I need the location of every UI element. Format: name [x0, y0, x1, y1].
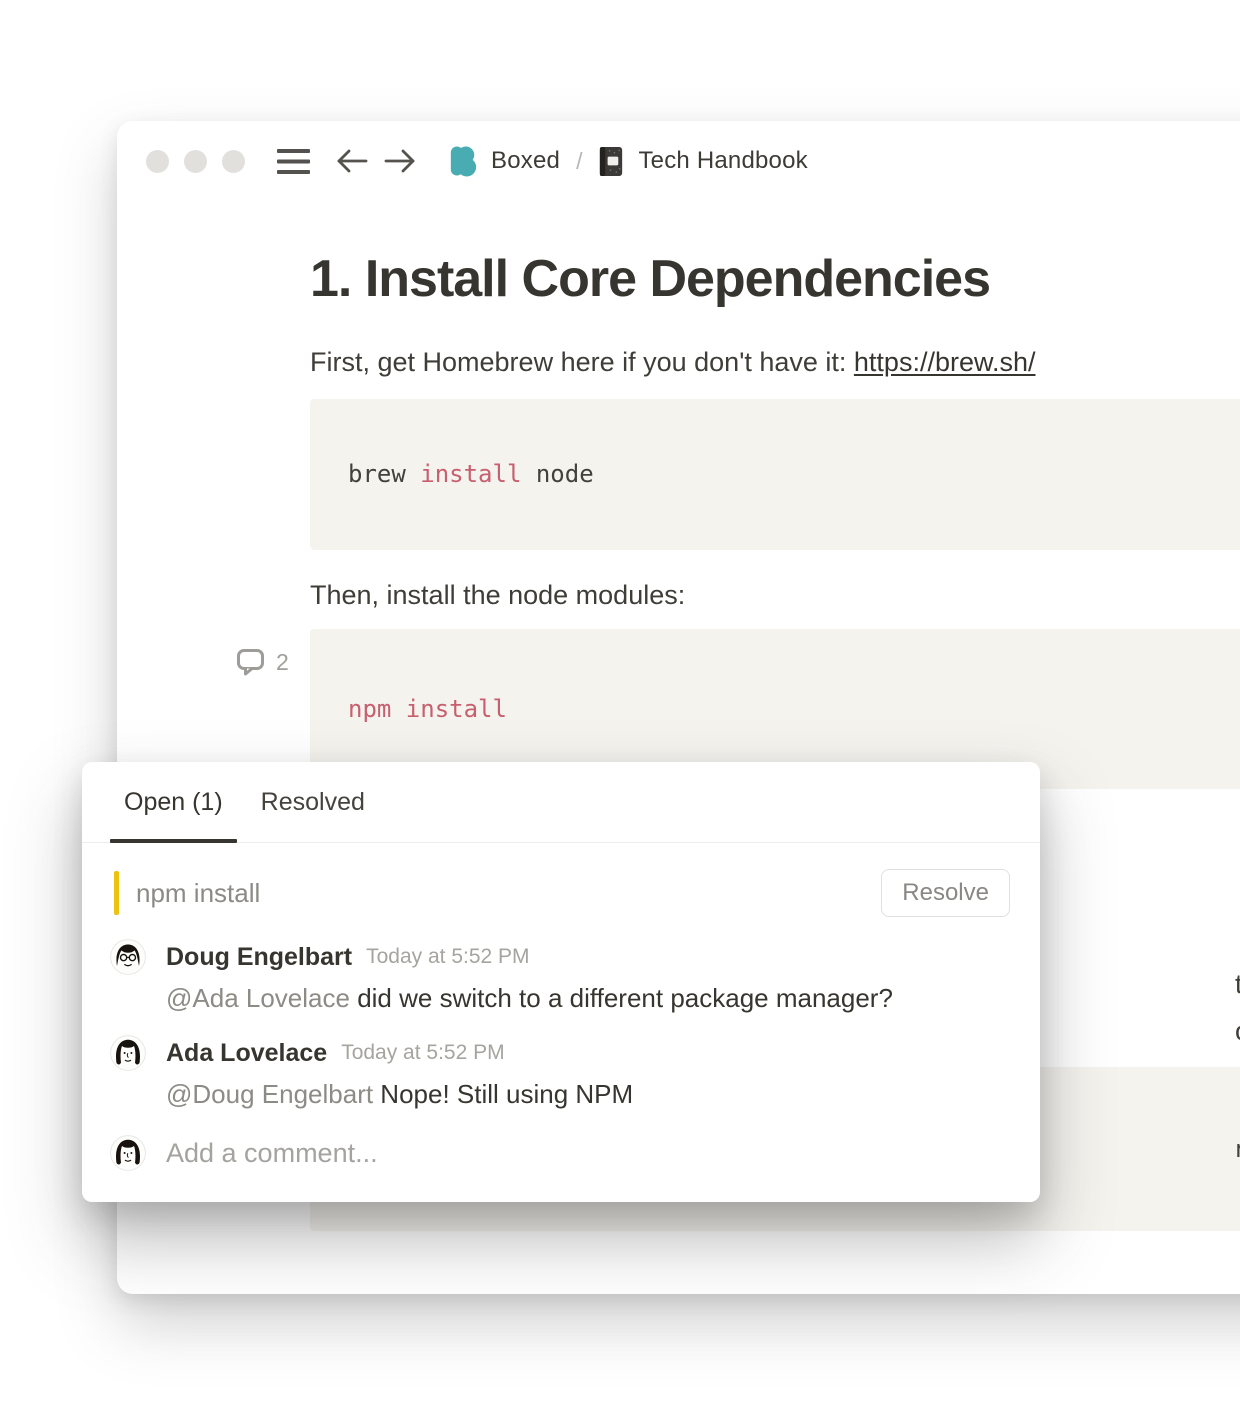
- avatar-doug-engelbart: [110, 939, 146, 975]
- quoted-block-row: npm install Resolve: [114, 869, 1010, 917]
- comment-thread: Doug Engelbart Today at 5:52 PM @Ada Lov…: [110, 939, 1010, 1171]
- occluded-line-1: t beforehand (a: [1235, 969, 1240, 999]
- comments-popover: Open (1) Resolved npm install Resolve Do…: [82, 762, 1040, 1202]
- between-paragraph: Then, install the node modules:: [310, 579, 1240, 611]
- code-block-brew: brew install node: [310, 399, 1240, 550]
- intro-paragraph: First, get Homebrew here if you don't ha…: [310, 346, 1240, 378]
- comment-composer: [110, 1135, 1010, 1171]
- comment-author: Ada Lovelace: [166, 1039, 327, 1068]
- comment-message: did we switch to a different package man…: [350, 983, 893, 1013]
- comment-item: Ada Lovelace Today at 5:52 PM @Doug Enge…: [110, 1035, 1010, 1109]
- comment-bubble-icon: [236, 648, 266, 677]
- quote-highlight-bar: [114, 871, 119, 915]
- avatar-ada-lovelace: [110, 1035, 146, 1071]
- comment-count: 2: [276, 649, 289, 676]
- code-text: brew install node: [348, 460, 594, 488]
- code-text: next.git: [1235, 1135, 1240, 1163]
- comment-author: Doug Engelbart: [166, 943, 352, 972]
- comment-message: Nope! Still using NPM: [373, 1079, 633, 1109]
- quoted-text: npm install: [136, 878, 260, 909]
- comment-count-badge[interactable]: 2: [236, 648, 289, 677]
- tab-open[interactable]: Open (1): [110, 762, 237, 842]
- popover-tabs: Open (1) Resolved: [82, 762, 1040, 843]
- comment-input[interactable]: [166, 1138, 1010, 1169]
- comment-text: @Doug Engelbart Nope! Still using NPM: [166, 1079, 1010, 1109]
- comment-timestamp: Today at 5:52 PM: [366, 945, 529, 969]
- comment-timestamp: Today at 5:52 PM: [341, 1041, 504, 1065]
- comment-item: Doug Engelbart Today at 5:52 PM @Ada Lov…: [110, 939, 1010, 1013]
- user-mention[interactable]: @Ada Lovelace: [166, 983, 350, 1013]
- brew-link[interactable]: https://brew.sh/: [854, 347, 1036, 377]
- code-text: npm install: [348, 695, 507, 723]
- avatar-ada-lovelace: [110, 1135, 146, 1171]
- tab-resolved[interactable]: Resolved: [247, 762, 379, 842]
- occluded-line-2: our computer.: [1235, 1016, 1240, 1046]
- user-mention[interactable]: @Doug Engelbart: [166, 1079, 373, 1109]
- intro-text: First, get Homebrew here if you don't ha…: [310, 347, 854, 377]
- comment-text: @Ada Lovelace did we switch to a differe…: [166, 983, 1010, 1013]
- page-title: 1. Install Core Dependencies: [310, 250, 1240, 310]
- resolve-button[interactable]: Resolve: [881, 869, 1010, 917]
